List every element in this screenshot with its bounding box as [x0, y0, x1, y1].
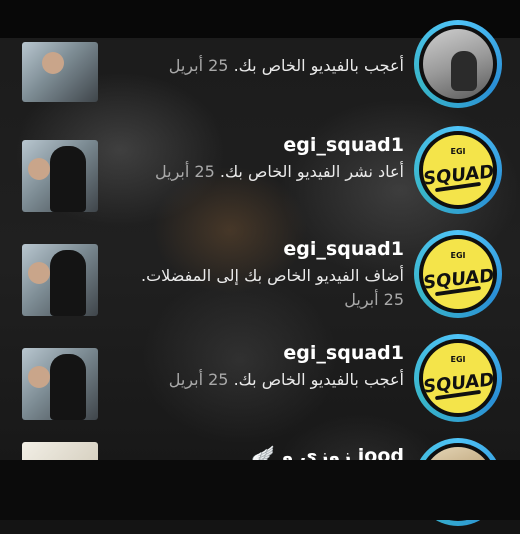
- notification-username[interactable]: egi_squad1: [283, 238, 404, 260]
- notification-row[interactable]: EGI SQUAD egi_squad1 أعجب بالفيديو الخاص…: [0, 326, 520, 430]
- notification-message: أضاف الفيديو الخاص بك إلى المفضلات. 25 أ…: [134, 264, 404, 312]
- photo-figure: [451, 51, 477, 91]
- squad-logo-avatar: EGI SQUAD: [423, 239, 493, 309]
- thumbnail-face: [28, 262, 50, 284]
- thumbnail-figure: [50, 250, 86, 316]
- squad-logo-avatar: EGI SQUAD: [423, 343, 493, 413]
- thumbnail-figure: [50, 354, 86, 420]
- user-avatar[interactable]: EGI SQUAD: [414, 230, 502, 318]
- notification-date: 25 أبريل: [155, 162, 215, 181]
- logo-sub-text: EGI: [450, 147, 466, 156]
- notification-username[interactable]: egi_squad1: [283, 134, 404, 156]
- user-avatar[interactable]: EGI SQUAD: [414, 334, 502, 422]
- message-text: أعجب بالفيديو الخاص بك.: [233, 370, 404, 389]
- avatar-photo: [423, 29, 493, 99]
- logo-sub-text: EGI: [450, 355, 466, 364]
- notification-message: أعاد نشر الفيديو الخاص بك. 25 أبريل: [114, 160, 404, 184]
- bottom-bar: [0, 460, 520, 520]
- video-thumbnail[interactable]: [22, 42, 98, 102]
- notification-date: 25 أبريل: [168, 56, 229, 75]
- notification-row[interactable]: EGI SQUAD egi_squad1 أعاد نشر الفيديو ال…: [0, 118, 520, 222]
- thumbnail-face: [42, 52, 64, 74]
- thumbnail-face: [28, 158, 50, 180]
- message-text: أعاد نشر الفيديو الخاص بك.: [219, 162, 404, 181]
- notification-message: أعجب بالفيديو الخاص بك. 25 أبريل: [114, 54, 404, 78]
- notification-date: 25 أبريل: [344, 290, 404, 309]
- message-text: أضاف الفيديو الخاص بك إلى المفضلات.: [141, 266, 404, 285]
- avatar-ring-gap: [419, 25, 497, 103]
- avatar-ring-gap: EGI SQUAD: [419, 131, 497, 209]
- user-avatar[interactable]: [414, 20, 502, 108]
- thumbnail-figure: [50, 146, 86, 212]
- video-thumbnail[interactable]: [22, 348, 98, 420]
- squad-logo-avatar: EGI SQUAD: [423, 135, 493, 205]
- notification-message: أعجب بالفيديو الخاص بك. 25 أبريل: [114, 368, 404, 392]
- notification-date: 25 أبريل: [168, 370, 229, 389]
- user-avatar[interactable]: EGI SQUAD: [414, 126, 502, 214]
- notification-username[interactable]: egi_squad1: [283, 342, 404, 364]
- video-thumbnail[interactable]: [22, 140, 98, 212]
- notification-row[interactable]: أعجب بالفيديو الخاص بك. 25 أبريل: [0, 12, 520, 116]
- logo-sub-text: EGI: [450, 251, 466, 260]
- video-thumbnail[interactable]: [22, 244, 98, 316]
- avatar-ring-gap: EGI SQUAD: [419, 339, 497, 417]
- thumbnail-face: [28, 366, 50, 388]
- message-text: أعجب بالفيديو الخاص بك.: [233, 56, 404, 75]
- avatar-ring-gap: EGI SQUAD: [419, 235, 497, 313]
- notification-row[interactable]: EGI SQUAD egi_squad1 أضاف الفيديو الخاص …: [0, 222, 520, 326]
